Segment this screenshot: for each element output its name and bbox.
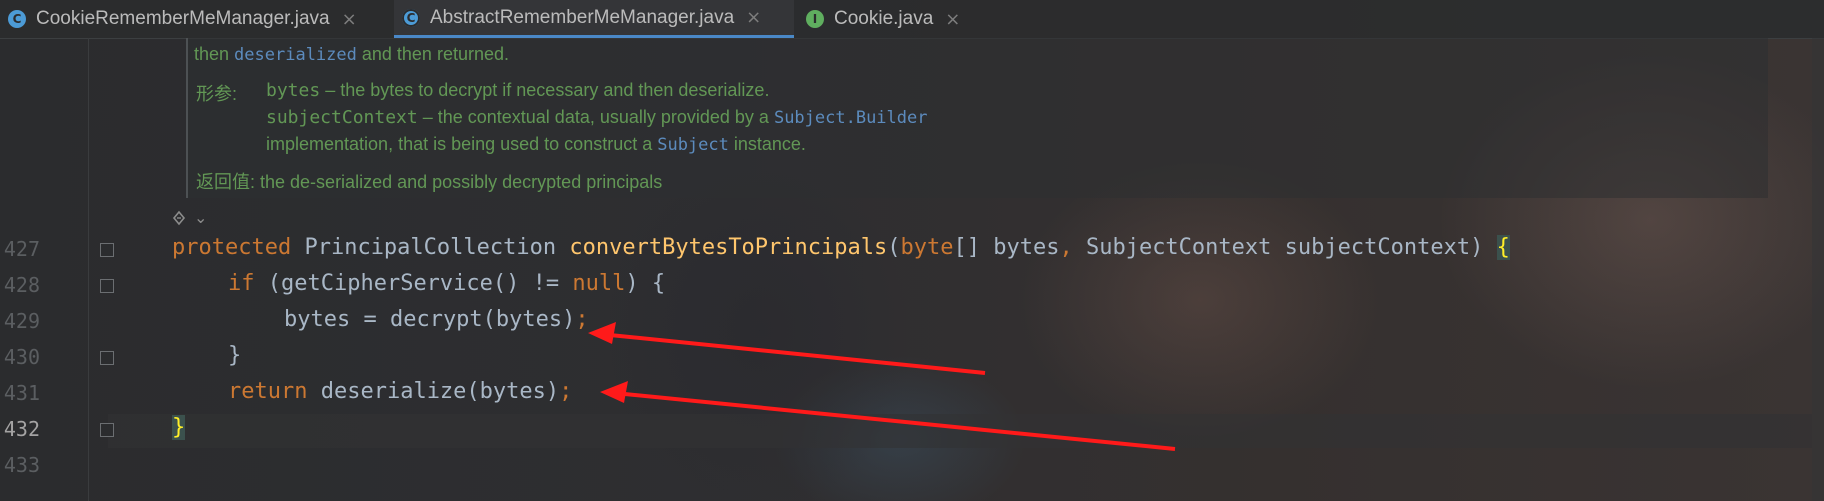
doc-code-ref[interactable]: Subject.Builder (774, 108, 928, 128)
code-text: [] bytes (953, 235, 1060, 260)
matched-brace: } (172, 415, 186, 440)
code-line-428[interactable]: if (getCipherService() != null) { (228, 271, 665, 296)
tab-label: AbstractRememberMeManager.java (430, 6, 735, 28)
keyword: protected (172, 235, 292, 260)
fold-end-icon[interactable] (100, 351, 114, 365)
param-name: subjectContext (266, 107, 418, 128)
code-line-430[interactable]: } (228, 343, 241, 368)
tab-abstract-remember-me-manager[interactable]: C AbstractRememberMeManager.java × (394, 0, 794, 38)
code-text: PrincipalCollection (291, 235, 570, 260)
line-number: 433 (3, 453, 40, 477)
keyword: byte (900, 235, 954, 260)
punctuation: ; (575, 307, 589, 332)
param-subject-context-cont: implementation, that is being used to co… (266, 134, 806, 155)
doc-text: then (194, 44, 235, 64)
returns-line: 返回值: the de-serialized and possibly decr… (196, 168, 662, 194)
param-desc: – the bytes to decrypt if necessary and … (320, 80, 770, 100)
tab-cookie[interactable]: I Cookie.java × (806, 0, 986, 38)
code-text: ( (887, 235, 901, 260)
java-interface-icon: I (806, 10, 824, 28)
doc-text: and then returned. (356, 44, 509, 64)
line-number: 428 (3, 273, 40, 297)
close-icon[interactable]: × (342, 9, 357, 30)
code-text: deserialize(bytes) (307, 379, 560, 404)
code-line-432[interactable]: } (172, 415, 186, 440)
params-label: 形参: (196, 84, 238, 104)
chevron-down-icon: ⌄ (194, 208, 208, 227)
code-text: (getCipherService() != (254, 271, 573, 296)
line-number: 427 (3, 237, 40, 261)
java-class-icon: C (8, 10, 26, 28)
close-icon[interactable]: × (746, 7, 761, 28)
param-name: bytes (266, 80, 321, 101)
method-name: convertBytesToPrincipals (569, 235, 888, 260)
code-text: SubjectContext subjectContext) (1072, 235, 1497, 260)
fold-collapse-icon[interactable] (100, 279, 114, 293)
param-desc: implementation, that is being used to co… (266, 134, 658, 154)
doc-code-ref[interactable]: Subject (657, 135, 729, 155)
punctuation: ; (559, 379, 573, 404)
doc-code-ref[interactable]: deserialized (234, 45, 357, 65)
code-line-431[interactable]: return deserialize(bytes); (228, 379, 572, 404)
tab-label: Cookie.java (834, 8, 934, 29)
tab-label: CookieRememberMeManager.java (36, 8, 330, 29)
close-icon[interactable]: × (945, 9, 960, 30)
tab-cookie-remember-me-manager[interactable]: C CookieRememberMeManager.java × (8, 0, 386, 38)
line-number: 432 (3, 417, 40, 441)
matched-brace: { (1496, 235, 1510, 260)
doc-line: then deserialized and then returned. (194, 44, 509, 65)
code-line-429[interactable]: bytes = decrypt(bytes); (284, 307, 589, 332)
gutter-divider (88, 38, 89, 501)
param-desc: instance. (728, 134, 806, 154)
reader-mode-toggle[interactable]: ⌄ (172, 207, 207, 228)
fold-end-icon[interactable] (100, 423, 114, 437)
editor-tab-bar: C CookieRememberMeManager.java × C Abstr… (0, 0, 1824, 39)
code-text: bytes = decrypt(bytes) (284, 307, 576, 332)
keyword: if (228, 271, 255, 296)
vertical-scrollbar[interactable] (1812, 38, 1824, 501)
line-number: 429 (3, 309, 40, 333)
code-text: ) { (625, 271, 666, 296)
fold-collapse-icon[interactable] (100, 243, 114, 257)
reader-mode-icon (172, 210, 186, 226)
param-bytes: bytes – the bytes to decrypt if necessar… (266, 80, 769, 101)
code-text: } (228, 343, 242, 368)
param-desc: – the contextual data, usually provided … (417, 107, 774, 127)
code-line-427[interactable]: protected PrincipalCollection convertByt… (172, 235, 1510, 260)
punctuation: , (1059, 235, 1073, 260)
param-subject-context: subjectContext – the contextual data, us… (266, 107, 927, 128)
line-number: 431 (3, 381, 40, 405)
keyword: null (572, 271, 626, 296)
keyword: return (228, 379, 308, 404)
line-number: 430 (3, 345, 40, 369)
returns-label: 返回值: (196, 172, 256, 192)
java-abstract-class-icon: C (402, 8, 420, 27)
returns-desc: the de-serialized and possibly decrypted… (255, 172, 663, 192)
current-line-highlight (108, 414, 1812, 448)
